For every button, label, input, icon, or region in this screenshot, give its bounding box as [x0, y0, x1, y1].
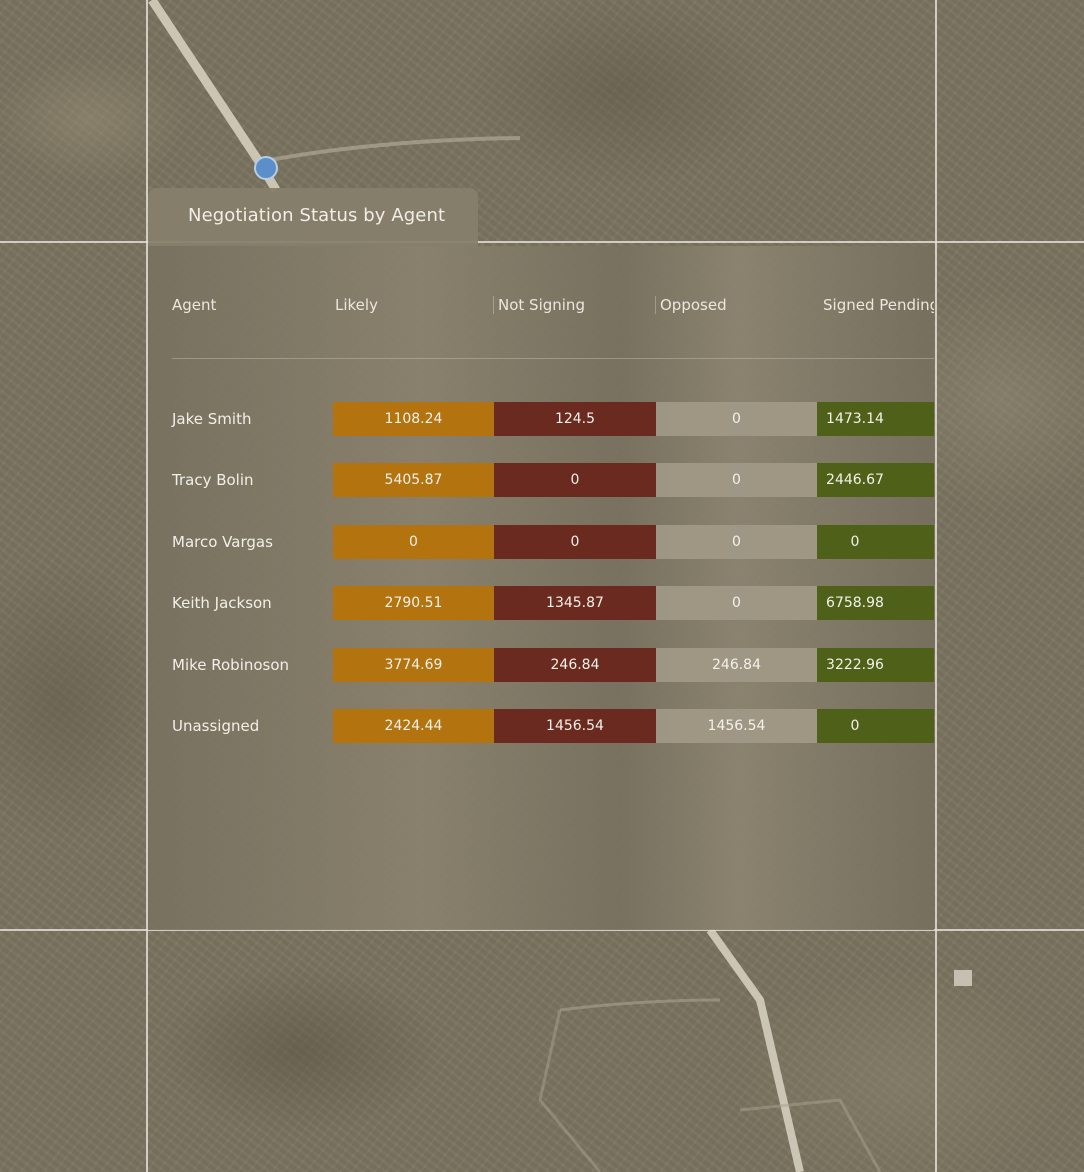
- agent-name: Mike Robinoson: [172, 656, 290, 674]
- not-signing-cell[interactable]: 0: [494, 525, 656, 559]
- column-header-opposed[interactable]: Opposed: [660, 296, 727, 314]
- panel-title: Negotiation Status by Agent: [188, 205, 446, 226]
- signed-pending-value: 1473.14: [826, 411, 884, 427]
- likely-cell[interactable]: 2790.51: [333, 586, 494, 620]
- likely-cell[interactable]: 1108.24: [333, 402, 494, 436]
- signed-pending-value: 0: [850, 718, 860, 734]
- signed-pending-value: 0: [850, 534, 860, 550]
- agent-name: Unassigned: [172, 717, 260, 735]
- column-header-not-signing[interactable]: Not Signing: [498, 296, 585, 314]
- signed-pending-cell[interactable]: 1473.14: [817, 402, 934, 436]
- not-signing-cell[interactable]: 246.84: [494, 648, 656, 682]
- panel-tab[interactable]: Negotiation Status by Agent: [148, 188, 478, 246]
- signed-pending-value: 3222.96: [826, 657, 884, 673]
- signed-pending-cell[interactable]: 3222.96: [817, 648, 934, 682]
- signed-pending-value: 6758.98: [826, 595, 884, 611]
- likely-cell[interactable]: 0: [333, 525, 494, 559]
- column-header-likely[interactable]: Likely: [335, 296, 378, 314]
- signed-pending-value: 2446.67: [826, 472, 884, 488]
- agent-name: Tracy Bolin: [172, 471, 254, 489]
- agent-name: Marco Vargas: [172, 533, 273, 551]
- column-divider: [493, 296, 494, 314]
- not-signing-cell[interactable]: 1456.54: [494, 709, 656, 743]
- not-signing-cell[interactable]: 0: [494, 463, 656, 497]
- column-header-agent[interactable]: Agent: [172, 296, 216, 314]
- column-header-signed-pending[interactable]: Signed Pending: [823, 296, 934, 314]
- column-divider: [655, 296, 656, 314]
- signed-pending-cell[interactable]: 2446.67: [817, 463, 934, 497]
- signed-pending-cell[interactable]: 0: [817, 525, 934, 559]
- map-pin-icon[interactable]: [254, 156, 278, 180]
- header-divider: [172, 358, 934, 359]
- not-signing-cell[interactable]: 124.5: [494, 402, 656, 436]
- agent-name: Jake Smith: [172, 410, 252, 428]
- likely-cell[interactable]: 5405.87: [333, 463, 494, 497]
- negotiation-status-panel: Agent Likely Not Signing Opposed Signed …: [148, 246, 934, 930]
- not-signing-cell[interactable]: 1345.87: [494, 586, 656, 620]
- agent-name: Keith Jackson: [172, 594, 272, 612]
- likely-cell[interactable]: 2424.44: [333, 709, 494, 743]
- signed-pending-cell[interactable]: 6758.98: [817, 586, 934, 620]
- signed-pending-cell[interactable]: 0: [817, 709, 934, 743]
- map-grid-line: [935, 0, 937, 1172]
- likely-cell[interactable]: 3774.69: [333, 648, 494, 682]
